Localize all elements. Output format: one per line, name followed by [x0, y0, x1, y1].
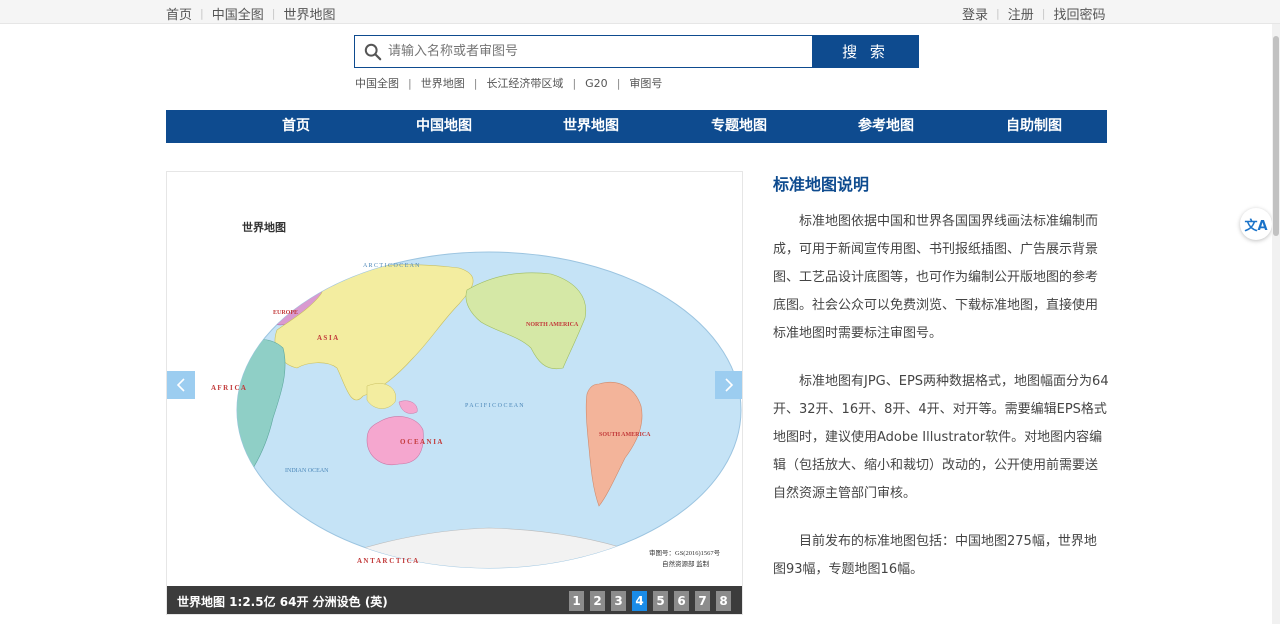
info-panel: 标准地图说明 标准地图依据中国和世界各国国界线画法标准编制而成，可用于新闻宣传用… — [773, 172, 1109, 584]
recover-password-link[interactable]: 找回密码 — [1053, 4, 1105, 23]
top-link-china-map[interactable]: 中国全图 — [212, 4, 264, 23]
nav-item-home[interactable]: 首页 — [231, 110, 361, 143]
search-box — [354, 35, 812, 68]
top-link-world-map[interactable]: 世界地图 — [283, 4, 335, 23]
separator: | — [200, 7, 204, 20]
register-link[interactable]: 注册 — [1008, 4, 1034, 23]
page-button-1[interactable]: 1 — [569, 591, 584, 611]
search-button[interactable]: 搜 索 — [812, 35, 919, 68]
chevron-right-icon — [725, 378, 734, 392]
greenland-shape — [256, 260, 286, 275]
quick-link-world-map[interactable]: 世界地图 — [421, 75, 465, 91]
top-left-links: 首页 | 中国全图 | 世界地图 — [166, 4, 335, 23]
page-button-3[interactable]: 3 — [611, 591, 626, 611]
scrollbar-thumb[interactable] — [1273, 36, 1279, 236]
page-button-2[interactable]: 2 — [590, 591, 605, 611]
quick-link-approval-no[interactable]: 审图号 — [629, 75, 662, 91]
separator: | — [616, 76, 621, 90]
login-link[interactable]: 登录 — [962, 4, 988, 23]
oceania-label: O C E A N I A — [400, 438, 442, 446]
page-button-6[interactable]: 6 — [674, 591, 689, 611]
info-paragraph: 目前发布的标准地图包括：中国地图275幅，世界地图93幅，专题地图16幅。 — [773, 534, 1097, 577]
separator: | — [996, 7, 1000, 20]
nav-item-thematic-map[interactable]: 专题地图 — [674, 110, 804, 143]
page-button-5[interactable]: 5 — [653, 591, 668, 611]
slider-next-button[interactable] — [715, 371, 742, 399]
search-bar: 搜 索 — [354, 35, 919, 68]
page-button-4[interactable]: 4 — [632, 591, 647, 611]
asia-label: A S I A — [317, 334, 338, 342]
top-link-home[interactable]: 首页 — [166, 4, 192, 23]
quick-links: 中国全图 | 世界地图 | 长江经济带区域 | G20 | 审图号 — [355, 75, 662, 91]
top-bar: 首页 | 中国全图 | 世界地图 登录 | 注册 | 找回密码 — [0, 0, 1280, 24]
info-title: 标准地图说明 — [773, 175, 870, 194]
search-input[interactable] — [388, 36, 808, 67]
slide-pager: 1 2 3 4 5 6 7 8 — [569, 591, 737, 611]
europe-label: EUROPE — [273, 310, 298, 316]
top-right-links: 登录 | 注册 | 找回密码 — [962, 4, 1105, 23]
map-slider: 世界地图 EUROPE A S I A A F R I C A NORTH AM… — [166, 171, 743, 615]
nav-item-china-map[interactable]: 中国地图 — [379, 110, 509, 143]
quick-link-g20[interactable]: G20 — [585, 77, 608, 90]
map-supervisor: 自然资源部 监制 — [662, 559, 710, 568]
slide-caption-bar: 世界地图 1:2.5亿 64开 分洲设色 (英) 1 2 3 4 5 6 7 8 — [167, 586, 742, 614]
indian-ocean-label: INDIAN OCEAN — [285, 468, 329, 474]
nav-item-self-mapping[interactable]: 自助制图 — [969, 110, 1099, 143]
separator: | — [408, 76, 412, 90]
search-icon — [364, 43, 382, 60]
arctic-ocean-label: A R C T I C O C E A N — [363, 263, 420, 269]
info-paragraph: 标准地图依据中国和世界各国国界线画法标准编制而成，可用于新闻宣传用图、书刊报纸插… — [773, 214, 1099, 341]
separator: | — [572, 76, 577, 90]
page-scrollbar[interactable] — [1272, 24, 1280, 624]
slide-caption: 世界地图 1:2.5亿 64开 分洲设色 (英) — [177, 595, 388, 609]
separator: | — [271, 7, 276, 20]
page-button-8[interactable]: 8 — [716, 591, 731, 611]
north-america-label: NORTH AMERICA — [526, 322, 579, 328]
south-america-label: SOUTH AMERICA — [599, 432, 651, 438]
chevron-left-icon — [176, 378, 185, 392]
africa-label: A F R I C A — [211, 384, 246, 392]
quick-link-yangtze[interactable]: 长江经济带区域 — [486, 75, 563, 91]
slider-prev-button[interactable] — [167, 371, 195, 399]
translate-icon: 文A — [1244, 218, 1268, 234]
info-paragraph: 标准地图有JPG、EPS两种数据格式，地图幅面分为64开、32开、16开、8开、… — [773, 374, 1109, 501]
pacific-ocean-label: P A C I F I C O C E A N — [465, 403, 524, 409]
translate-button[interactable]: 文A — [1240, 208, 1272, 240]
main-nav: 首页 中国地图 世界地图 专题地图 参考地图 自助制图 — [166, 110, 1107, 143]
map-approval-number: 审图号：GS(2016)1567号 — [649, 548, 721, 557]
separator: | — [473, 76, 478, 90]
page-button-7[interactable]: 7 — [695, 591, 710, 611]
world-map-image[interactable]: 世界地图 EUROPE A S I A A F R I C A NORTH AM… — [167, 172, 743, 586]
separator: | — [1041, 7, 1046, 20]
nav-item-reference-map[interactable]: 参考地图 — [821, 110, 951, 143]
nav-item-world-map[interactable]: 世界地图 — [526, 110, 656, 143]
map-title: 世界地图 — [242, 220, 286, 234]
antarctica-label: A N T A R C T I C A — [357, 557, 418, 565]
quick-link-china-map[interactable]: 中国全图 — [355, 75, 399, 91]
